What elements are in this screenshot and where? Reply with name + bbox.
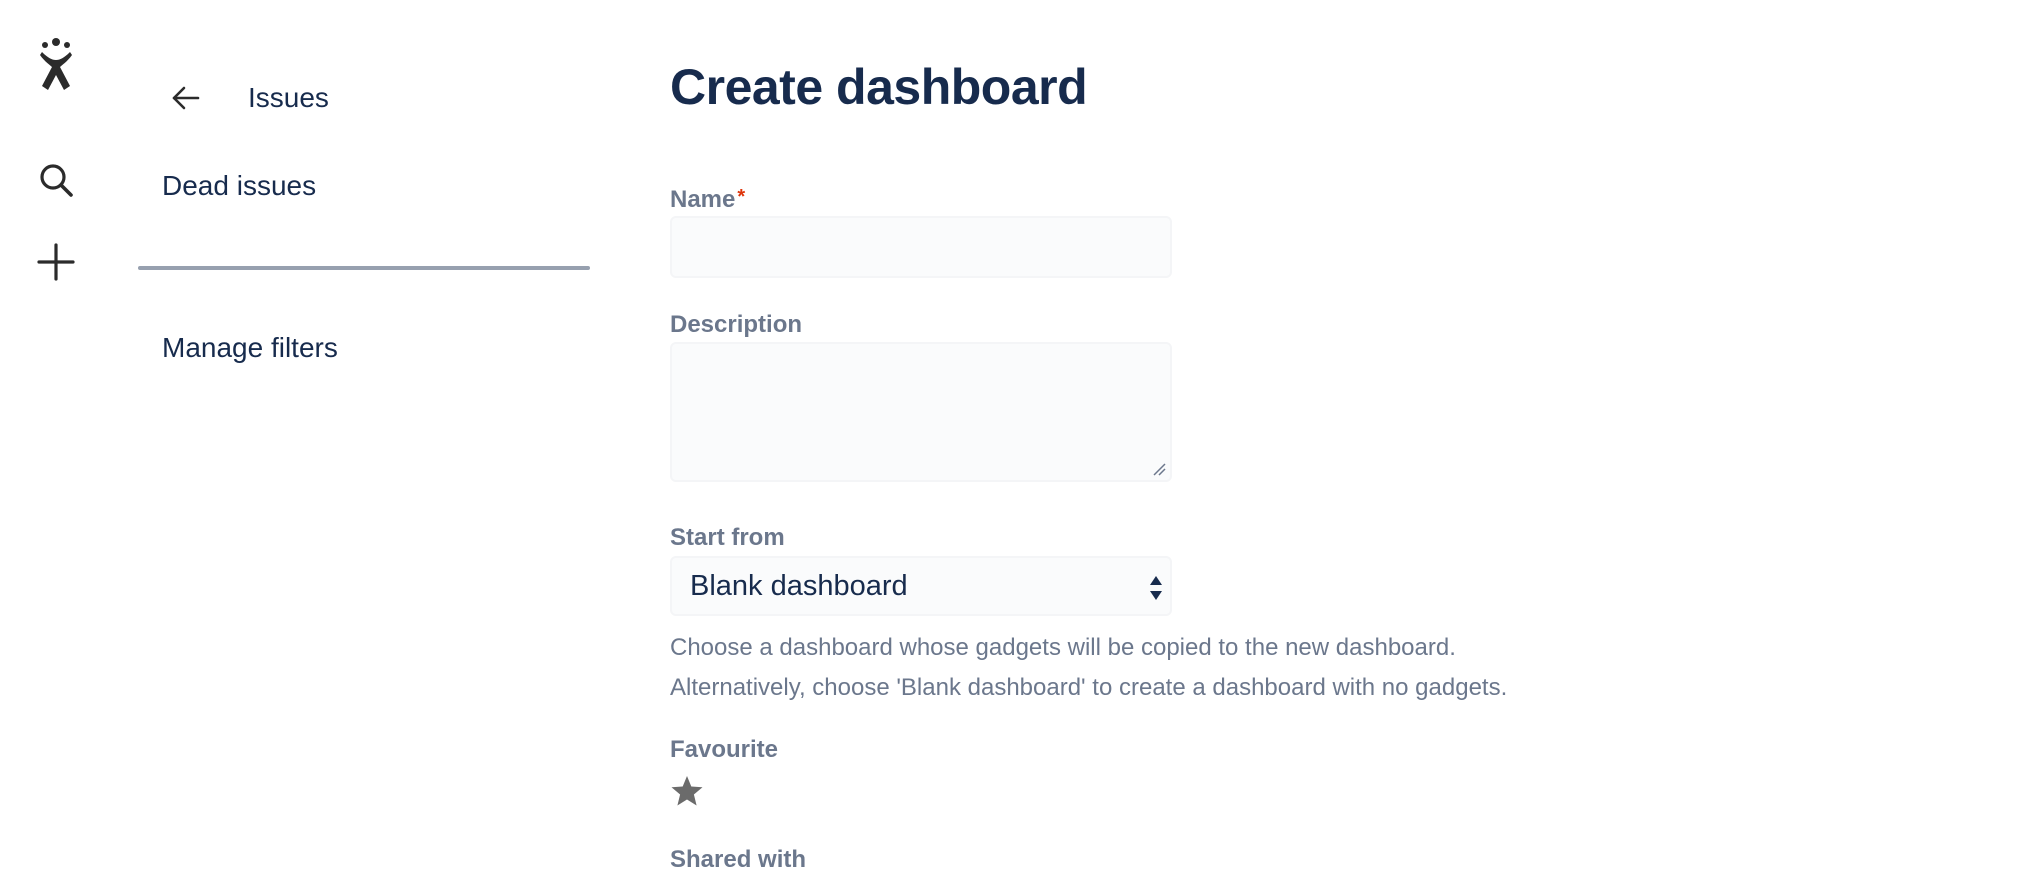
name-label: Name * (670, 186, 745, 214)
create-dashboard-form: Create dashboard Name * Description Start… (670, 0, 1970, 874)
sidebar-title: Issues (248, 82, 329, 113)
resize-grip-icon[interactable] (1152, 462, 1166, 476)
start-from-label: Start from (670, 524, 785, 551)
back-arrow-icon[interactable] (158, 70, 214, 126)
search-icon[interactable] (28, 152, 84, 208)
required-marker: * (737, 186, 746, 208)
sidebar: Issues Dead issues Manage filters (112, 0, 612, 874)
help-text-line-1: Choose a dashboard whose gadgets will be… (670, 634, 1456, 661)
sidebar-item-dead-issues[interactable]: Dead issues (162, 170, 316, 202)
select-arrows-icon (1150, 576, 1162, 600)
global-nav (0, 0, 112, 874)
description-textarea[interactable] (670, 342, 1172, 482)
name-input[interactable] (670, 216, 1172, 278)
start-from-help: Choose a dashboard whose gadgets will be… (670, 628, 1507, 708)
star-icon[interactable] (670, 774, 704, 808)
shared-with-label: Shared with (670, 846, 807, 873)
favourite-label: Favourite (670, 736, 779, 763)
sidebar-header: Issues (158, 70, 329, 126)
plus-icon[interactable] (28, 234, 84, 290)
name-label-text: Name (670, 186, 736, 213)
description-label: Description (670, 311, 803, 338)
start-from-select[interactable]: Blank dashboard (670, 556, 1172, 616)
start-from-selected-value: Blank dashboard (690, 569, 908, 602)
page-title: Create dashboard (670, 59, 1088, 115)
help-text-line-2: Alternatively, choose 'Blank dashboard' … (670, 674, 1508, 701)
sidebar-divider (138, 266, 590, 270)
jira-logo-icon[interactable] (28, 36, 84, 92)
sidebar-item-manage-filters[interactable]: Manage filters (162, 332, 338, 364)
